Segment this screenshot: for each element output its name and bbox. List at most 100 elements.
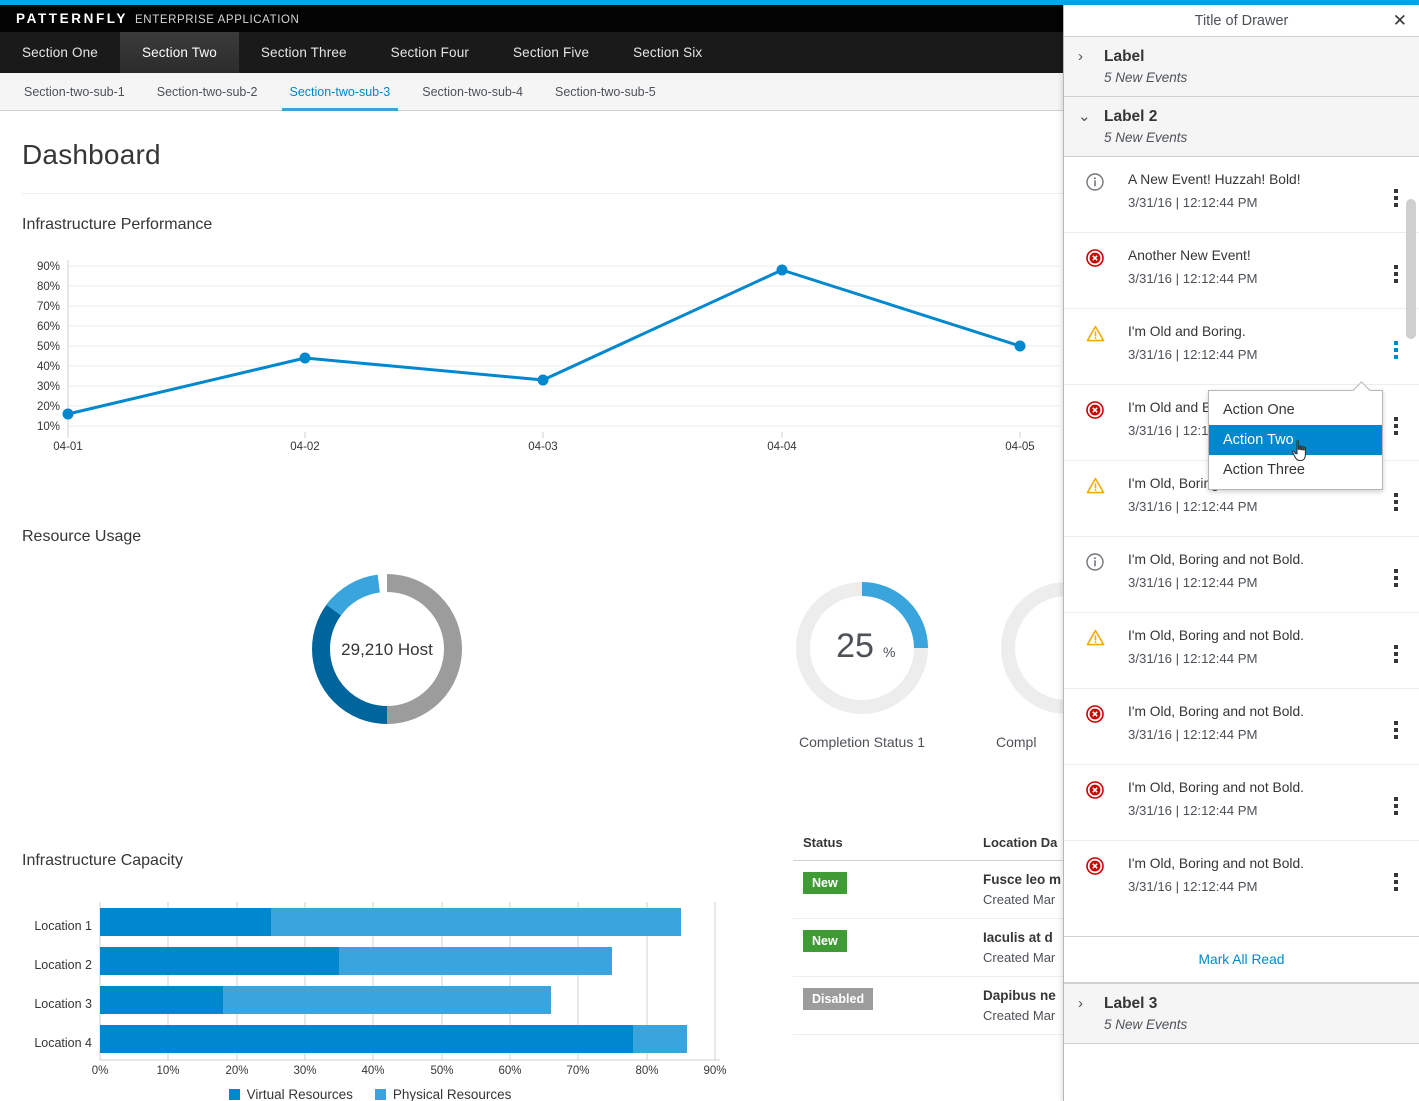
legend-label-physical: Physical Resources [392, 1087, 512, 1101]
kebab-menu-icon[interactable] [1385, 183, 1407, 207]
notification-time: 3/31/16 | 12:12:44 PM [1128, 499, 1258, 514]
cell-status: New [793, 860, 973, 919]
status-badge: New [803, 930, 847, 952]
svg-text:10%: 10% [156, 1065, 179, 1074]
nav-label: Section Four [390, 45, 470, 60]
kebab-menu-icon[interactable] [1385, 411, 1407, 435]
kebab-menu-icon[interactable] [1385, 487, 1407, 511]
nav-label: Section Three [260, 45, 347, 60]
notification-item[interactable]: I'm Old and Boring. 3/31/16 | 12:12:44 P… [1064, 309, 1419, 385]
brand-name: PATTERNFLY [16, 11, 129, 26]
error-icon [1086, 703, 1128, 728]
svg-text:90%: 90% [37, 261, 60, 273]
notification-list[interactable]: A New Event! Huzzah! Bold! 3/31/16 | 12:… [1064, 157, 1419, 937]
nav-item-section-five[interactable]: Section Five [491, 32, 611, 73]
kebab-menu-icon[interactable] [1385, 639, 1407, 663]
subnav-item-5[interactable]: Section-two-sub-5 [539, 73, 672, 110]
kebab-menu-icon[interactable] [1385, 791, 1407, 815]
drawer-group-label[interactable]: › Label 5 New Events [1064, 37, 1419, 97]
svg-text:04-04: 04-04 [767, 441, 797, 452]
notification-text: Another New Event! 3/31/16 | 12:12:44 PM [1128, 247, 1385, 286]
subnav-item-4[interactable]: Section-two-sub-4 [406, 73, 539, 110]
cell-status: New [793, 918, 973, 977]
donut-completion-1-value: 25 [836, 627, 874, 665]
kebab-menu-icon[interactable] [1385, 715, 1407, 739]
nav-label: Section Two [141, 45, 217, 60]
notification-title: I'm Old, Boring and not Bold. [1128, 552, 1304, 567]
cell-status: Disabled [793, 976, 973, 1035]
notification-time: 3/31/16 | 12:12:44 PM [1128, 879, 1258, 894]
nav-item-section-one[interactable]: Section One [0, 32, 120, 73]
notification-item[interactable]: Another New Event! 3/31/16 | 12:12:44 PM [1064, 233, 1419, 309]
drawer-group-label-3[interactable]: › Label 3 5 New Events [1064, 983, 1419, 1044]
notification-time: 3/31/16 | 12:12:44 PM [1128, 195, 1258, 210]
notification-text: I'm Old, Boring and not Bold. 3/31/16 | … [1128, 703, 1385, 742]
notification-item[interactable]: A New Event! Huzzah! Bold! 3/31/16 | 12:… [1064, 157, 1419, 233]
group-subtitle: 5 New Events [1104, 70, 1188, 85]
nav-item-section-six[interactable]: Section Six [611, 32, 724, 73]
dropdown-item-action-one[interactable]: Action One [1209, 395, 1382, 425]
svg-text:40%: 40% [361, 1065, 384, 1074]
drawer-scrollbar-track[interactable] [1406, 157, 1416, 936]
nav-item-section-two[interactable]: Section Two [119, 32, 239, 73]
legend-item-virtual[interactable]: Virtual Resources [228, 1087, 353, 1101]
nav-item-section-four[interactable]: Section Four [369, 32, 491, 73]
drawer-scrollbar-thumb[interactable] [1406, 199, 1416, 339]
notification-title: I'm Old, Boring and not Bold. [1128, 856, 1304, 871]
kebab-menu-icon-active[interactable] [1385, 335, 1407, 359]
notification-time: 3/31/16 | 12:12:44 PM [1128, 575, 1258, 590]
notification-title: I'm Old and Boring. [1128, 324, 1246, 339]
notification-title: A New Event! Huzzah! Bold! [1128, 172, 1301, 187]
svg-text:80%: 80% [635, 1065, 658, 1074]
kebab-menu-icon[interactable] [1385, 867, 1407, 891]
subnav-item-3[interactable]: Section-two-sub-3 [274, 73, 407, 111]
svg-text:Location 4: Location 4 [34, 1036, 92, 1050]
subnav-item-1[interactable]: Section-two-sub-1 [8, 73, 141, 110]
svg-text:Location 3: Location 3 [34, 997, 92, 1011]
svg-text:60%: 60% [37, 321, 60, 333]
notification-item[interactable]: I'm Old, Boring and not Bold. 3/31/16 | … [1064, 613, 1419, 689]
svg-text:10%: 10% [37, 421, 60, 433]
svg-text:90%: 90% [703, 1065, 726, 1074]
subnav-label: Section-two-sub-4 [422, 84, 523, 99]
kebab-menu-icon[interactable] [1385, 259, 1407, 283]
error-icon [1086, 779, 1128, 804]
nav-item-section-three[interactable]: Section Three [239, 32, 369, 73]
svg-text:Location 1: Location 1 [34, 919, 92, 933]
notification-item[interactable]: I'm Old, Boring and not Bold. 3/31/16 | … [1064, 689, 1419, 765]
group-label: Label [1104, 48, 1145, 65]
warning-icon [1086, 627, 1128, 652]
warning-icon [1086, 323, 1128, 348]
brand-logo[interactable]: PATTERNFLY ENTERPRISE APPLICATION [16, 11, 299, 26]
svg-text:30%: 30% [293, 1065, 316, 1074]
subnav-label: Section-two-sub-5 [555, 84, 656, 99]
svg-text:04-01: 04-01 [53, 441, 82, 452]
nav-label: Section Five [513, 45, 590, 60]
svg-text:40%: 40% [37, 361, 60, 373]
column-header-status: Status [793, 829, 973, 861]
donut-host-svg: 29,210 Host [312, 574, 462, 724]
subnav-label: Section-two-sub-3 [289, 84, 391, 99]
notification-text: I'm Old, Boring and not Bold. 3/31/16 | … [1128, 779, 1385, 818]
svg-text:60%: 60% [498, 1065, 521, 1074]
donut-completion-1-caption: Completion Status 1 [798, 734, 926, 750]
svg-text:20%: 20% [37, 401, 60, 413]
close-icon[interactable]: ✕ [1393, 11, 1407, 31]
donut-host-center-label: 29,210 Host [341, 640, 433, 659]
drawer-group-label-2[interactable]: ⌄ Label 2 5 New Events [1064, 97, 1419, 157]
drawer-title: Title of Drawer [1194, 12, 1289, 29]
mark-all-read-button[interactable]: Mark All Read [1064, 937, 1419, 983]
notification-item[interactable]: I'm Old, Boring and not Bold. 3/31/16 | … [1064, 841, 1419, 917]
notification-drawer: Title of Drawer ✕ › Label 5 New Events ⌄… [1063, 5, 1419, 1101]
svg-text:04-03: 04-03 [528, 441, 557, 452]
kebab-menu-icon[interactable] [1385, 563, 1407, 587]
error-icon [1086, 399, 1128, 424]
legend-item-physical[interactable]: Physical Resources [374, 1087, 512, 1101]
subnav-label: Section-two-sub-1 [24, 84, 125, 99]
subnav-item-2[interactable]: Section-two-sub-2 [141, 73, 274, 110]
notification-text: I'm Old, Boring and not Bold. 3/31/16 | … [1128, 551, 1385, 590]
nav-label: Section One [22, 45, 98, 60]
notification-item[interactable]: I'm Old, Boring and not Bold. 3/31/16 | … [1064, 765, 1419, 841]
svg-text:50%: 50% [37, 341, 60, 353]
notification-item[interactable]: I'm Old, Boring and not Bold. 3/31/16 | … [1064, 537, 1419, 613]
